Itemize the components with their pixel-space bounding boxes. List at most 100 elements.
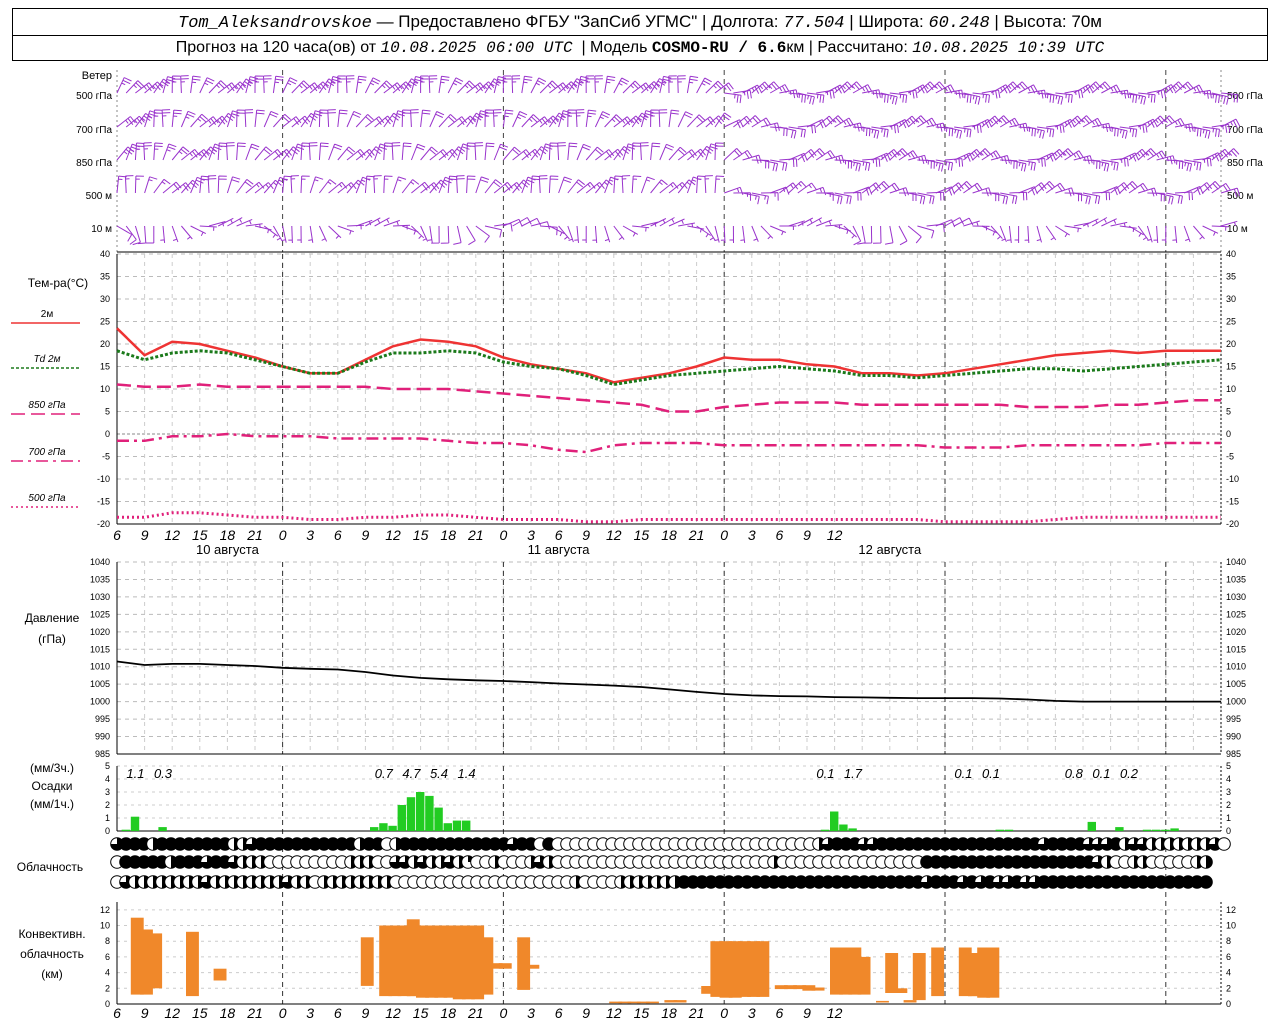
conv-ytick: 12 [100, 905, 110, 915]
wind-barb [438, 114, 457, 128]
wind-barb [1184, 159, 1202, 171]
wind-barb [116, 146, 135, 161]
wind-barb [751, 225, 759, 242]
precip-bar [406, 797, 416, 831]
wind-barb [236, 179, 254, 194]
x-tick-label: 15 [634, 527, 650, 543]
wind-barb [705, 80, 724, 94]
wind-barb [872, 225, 882, 244]
wind-barb [806, 186, 827, 196]
wind-barb [236, 78, 253, 94]
wind-barb [190, 113, 209, 128]
wind-barb [714, 142, 724, 161]
wind-barb [1064, 225, 1082, 233]
wind-barb [474, 142, 484, 161]
x-tick-label: 12 [164, 527, 180, 543]
wind-barb [308, 142, 318, 161]
wind-barb [944, 126, 963, 139]
wind-barb [373, 175, 382, 194]
x-tick-label: 12 [827, 527, 843, 543]
conv-ytick: 10 [100, 921, 110, 931]
x-tick-label: 6 [113, 527, 121, 543]
wind-barb [1174, 159, 1193, 172]
wind-barb [272, 75, 284, 94]
conv-bar [186, 931, 199, 997]
temp-ytick-right: 10 [1226, 384, 1236, 394]
precip-bar [443, 823, 452, 831]
wind-barb [1110, 157, 1129, 167]
pressure-ytick-right: 1015 [1226, 644, 1246, 654]
wind-barb [1119, 126, 1138, 138]
conv-ytick: 8 [105, 936, 110, 946]
pressure-ytick-right: 1010 [1226, 662, 1246, 672]
temp-ytick-right: 30 [1226, 294, 1236, 304]
x-tick-label: 21 [246, 527, 263, 543]
temperature-panel [116, 253, 1222, 525]
wind-barb [116, 225, 133, 242]
conv-bar [811, 987, 825, 991]
pressure-ytick-right: 985 [1226, 749, 1241, 759]
x-tick-label-bottom: 12 [827, 1005, 843, 1021]
conv-ytick-right: 4 [1226, 968, 1231, 978]
wind-barb [585, 146, 604, 161]
wind-barb [871, 181, 890, 194]
wind-barb [401, 109, 411, 128]
precip-ytick-right: 4 [1226, 774, 1231, 784]
pressure-ytick-right: 990 [1226, 732, 1241, 742]
precip-bar [1161, 829, 1170, 831]
wind-barb [217, 112, 235, 128]
wind-barb [484, 109, 494, 128]
wind-barb [687, 114, 706, 128]
wind-barb [456, 175, 465, 194]
wind-barb [391, 142, 401, 161]
wind-barb [926, 191, 945, 201]
day-label: 10 августа [196, 542, 260, 557]
temp-ytick-right: -15 [1226, 497, 1239, 507]
wind-barb [677, 111, 693, 128]
wind-barb [677, 179, 696, 194]
wind-barb [594, 111, 611, 128]
wind-barb [124, 175, 134, 194]
precip-bar [1152, 829, 1161, 831]
wind-barb [963, 182, 983, 194]
wind-barb [714, 225, 720, 243]
x-tick-label: 21 [688, 527, 705, 543]
pressure-ytick: 1015 [90, 644, 110, 654]
x-tick-label-bottom: 18 [661, 1005, 677, 1021]
wind-barb [704, 175, 713, 194]
wind-barb [944, 89, 964, 99]
wind-barb [291, 80, 310, 94]
wind-barb [254, 75, 264, 94]
wind-barb [137, 225, 147, 245]
pressure-ytick-right: 1030 [1226, 592, 1246, 602]
wind-barb [658, 109, 668, 128]
x-tick-label-bottom: 15 [192, 1005, 208, 1021]
wind-barb [907, 225, 922, 244]
temp-ytick-right: 40 [1226, 249, 1236, 259]
wind-barb [954, 126, 972, 138]
precip-bar [1142, 829, 1152, 831]
conv-bar [857, 956, 871, 995]
temp-ytick-right: 15 [1226, 362, 1236, 372]
precip-bar [379, 823, 388, 831]
wind-barb [834, 192, 852, 205]
wind-barb [1161, 226, 1167, 243]
wind-barb [668, 146, 687, 161]
wind-barb [447, 77, 464, 94]
conv-ytick-right: 10 [1226, 921, 1236, 931]
wind-barb [503, 146, 521, 161]
conv-ytick-right: 2 [1226, 983, 1231, 993]
wind-barb [825, 192, 843, 205]
wind-barb [190, 75, 201, 94]
wind-barb [530, 146, 549, 161]
temp-ytick: 15 [100, 362, 110, 372]
wind-level-label-right: 700 гПа [1227, 125, 1263, 136]
wind-barb [548, 175, 559, 194]
temp-ytick-right: 35 [1226, 272, 1236, 282]
wind-barb [244, 109, 254, 128]
conv-bar [517, 937, 531, 990]
precip-ytick-right: 2 [1226, 800, 1231, 810]
precip-3h-amount: 0.8 [1065, 766, 1084, 781]
wind-barb [484, 225, 503, 238]
wind-barb [917, 225, 935, 239]
